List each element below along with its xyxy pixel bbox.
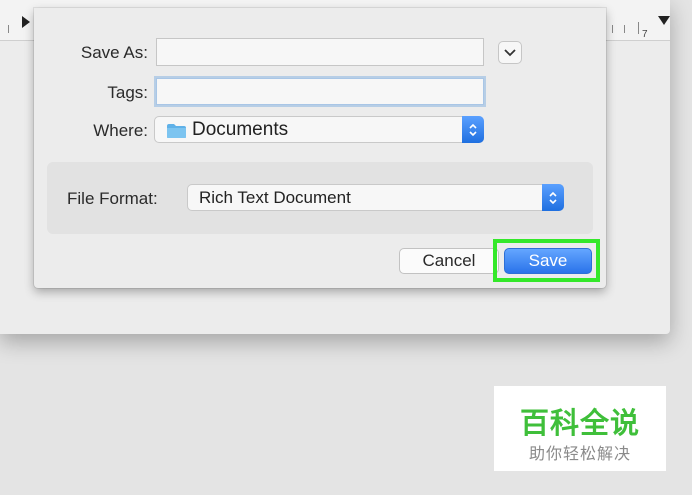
up-down-arrows-icon <box>469 123 477 136</box>
save-button[interactable]: Save <box>504 248 592 274</box>
save-dialog: Save As: Tags: Where: Documents File For… <box>34 8 606 288</box>
where-label: Where: <box>93 121 148 140</box>
ruler-tick <box>638 22 639 34</box>
watermark-title: 百科全说 <box>519 408 640 440</box>
folder-icon <box>167 124 186 138</box>
ruler-tick <box>612 25 613 33</box>
up-down-arrows-icon <box>549 191 557 204</box>
where-popup[interactable]: Documents <box>154 116 484 143</box>
file-format-label: File Format: <box>67 189 158 208</box>
right-indent-marker-icon[interactable] <box>658 16 670 25</box>
ruler-tick <box>8 25 9 33</box>
save-as-input[interactable] <box>156 38 484 66</box>
watermark-subtitle: 助你轻松解决 <box>528 446 631 463</box>
where-value: Documents <box>192 119 289 140</box>
ruler-number: 7 <box>642 29 648 40</box>
save-as-label: Save As: <box>80 43 148 62</box>
expand-dialog-button[interactable] <box>498 41 522 64</box>
cancel-button[interactable]: Cancel <box>399 248 499 274</box>
watermark-logo: 百科全说 助你轻松解决 <box>494 386 666 471</box>
tags-input[interactable] <box>156 78 484 105</box>
where-stepper[interactable] <box>462 116 484 143</box>
left-tab-marker-icon[interactable] <box>22 16 30 28</box>
ruler-tick <box>624 25 625 33</box>
tags-label: Tags: <box>107 83 148 102</box>
file-format-popup[interactable]: Rich Text Document <box>187 184 564 211</box>
file-format-section: File Format: Rich Text Document <box>47 162 593 234</box>
chevron-down-icon <box>504 48 516 56</box>
file-format-stepper[interactable] <box>542 184 564 211</box>
file-format-value: Rich Text Document <box>199 188 351 207</box>
